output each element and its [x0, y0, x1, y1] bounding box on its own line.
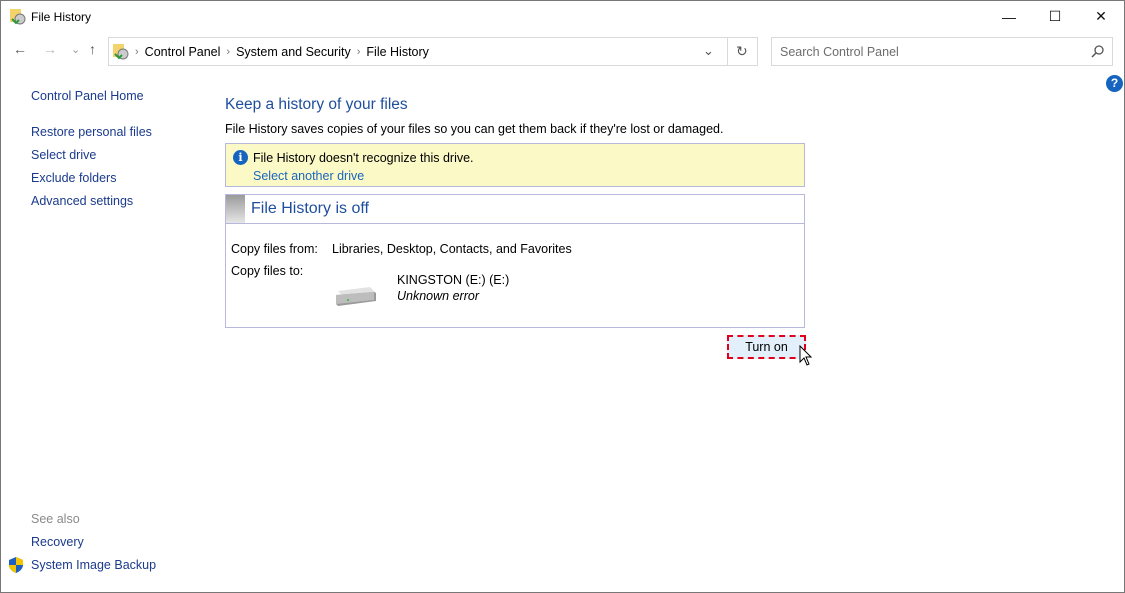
breadcrumb-control-panel[interactable]: Control Panel	[145, 45, 221, 59]
see-also-system-image-backup[interactable]: System Image Backup	[31, 558, 156, 572]
status-panel: File History is off Copy files from: Lib…	[225, 194, 805, 328]
copy-from-value: Libraries, Desktop, Contacts, and Favori…	[332, 242, 572, 256]
drive-name: KINGSTON (E:) (E:)	[397, 273, 510, 287]
drive-status: Unknown error	[397, 289, 479, 303]
info-icon: i	[233, 150, 248, 165]
drive-icon	[336, 287, 376, 306]
sidebar-item-restore[interactable]: Restore personal files	[31, 125, 152, 139]
copy-to-label: Copy files to:	[231, 264, 304, 278]
window-title: File History	[31, 10, 92, 24]
chevron-right-icon: ›	[226, 45, 231, 58]
close-button[interactable]: ✕	[1078, 1, 1124, 32]
breadcrumb-file-history[interactable]: File History	[366, 45, 429, 59]
title-bar: File History — ☐ ✕	[1, 1, 1125, 33]
sidebar-item-advanced[interactable]: Advanced settings	[31, 194, 133, 208]
up-icon[interactable]: ↑	[89, 41, 96, 57]
sidebar-home-link[interactable]: Control Panel Home	[31, 89, 144, 103]
warning-banner: i File History doesn't recognize this dr…	[225, 143, 805, 187]
cursor-icon	[799, 345, 812, 366]
warning-message: File History doesn't recognize this driv…	[253, 151, 474, 165]
address-dropdown-icon[interactable]: ⌄	[703, 43, 714, 59]
file-history-icon	[113, 43, 129, 59]
refresh-icon[interactable]: ↻	[736, 43, 748, 60]
chevron-right-icon: ›	[135, 45, 139, 58]
sidebar-item-select-drive[interactable]: Select drive	[31, 148, 96, 162]
divider	[727, 38, 728, 65]
file-history-icon	[10, 9, 26, 25]
search-input[interactable]: Search Control Panel	[771, 37, 1113, 66]
address-bar[interactable]: › Control Panel › System and Security › …	[108, 37, 758, 66]
sidebar-item-exclude-folders[interactable]: Exclude folders	[31, 171, 116, 185]
page-heading: Keep a history of your files	[225, 96, 408, 113]
turn-on-button[interactable]: Turn on	[727, 335, 806, 359]
recent-locations-icon[interactable]: ⌄	[71, 43, 80, 56]
status-indicator	[226, 195, 245, 223]
select-another-drive-link[interactable]: Select another drive	[253, 169, 364, 183]
copy-from-label: Copy files from:	[231, 242, 318, 256]
breadcrumb-system-security[interactable]: System and Security	[236, 45, 351, 59]
minimize-button[interactable]: —	[986, 1, 1032, 32]
help-icon[interactable]: ?	[1106, 75, 1123, 92]
chevron-right-icon: ›	[356, 45, 361, 58]
see-also-label: See also	[31, 512, 80, 526]
back-icon[interactable]: ←	[13, 41, 27, 57]
maximize-button[interactable]: ☐	[1032, 1, 1078, 32]
status-title: File History is off	[251, 200, 369, 217]
search-icon[interactable]	[1091, 45, 1104, 58]
forward-icon[interactable]: →	[43, 41, 57, 57]
shield-icon	[9, 557, 23, 573]
page-description: File History saves copies of your files …	[225, 122, 724, 136]
see-also-recovery[interactable]: Recovery	[31, 535, 84, 549]
